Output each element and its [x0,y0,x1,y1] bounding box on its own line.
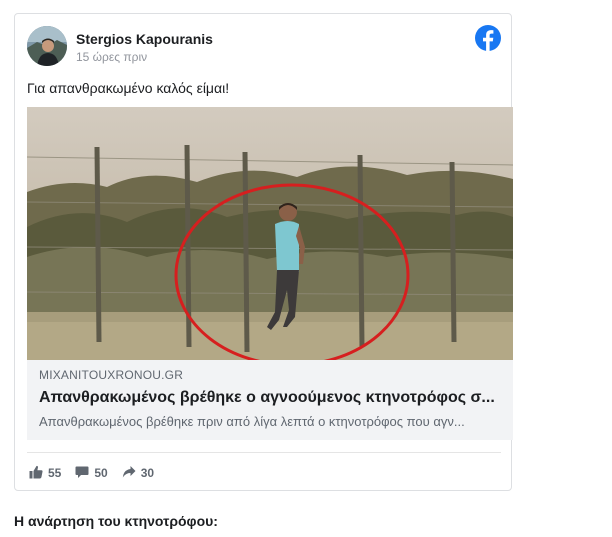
article-caption: Η ανάρτηση του κτηνοτρόφου: [14,513,218,529]
shares-count-label: 30 [140,466,155,480]
link-description: Απανθρακωμένος βρέθηκε πριν από λίγα λεπ… [39,414,465,429]
link-domain: MIXANITOUXRONOU.GR [39,368,184,382]
likes-count[interactable]: 55 [29,465,61,482]
share-icon [122,465,141,482]
facebook-post-embed: Stergios Kapouranis 15 ώρες πριν Για απα… [14,13,513,491]
thumbs-up-icon [29,465,48,482]
link-preview-box[interactable]: MIXANITOUXRONOU.GR Απανθρακωμένος βρέθηκ… [27,360,513,440]
author-avatar[interactable] [27,26,67,66]
post-text: Για απανθρακωμένο καλός είμαι! [27,80,230,96]
comments-count[interactable]: 50 [75,465,108,482]
shares-count[interactable]: 30 [122,465,154,482]
likes-count-label: 55 [48,466,62,480]
post-author-name[interactable]: Stergios Kapouranis [76,31,213,47]
comment-icon [75,465,94,482]
comments-count-label: 50 [94,466,108,480]
link-preview-image[interactable] [27,107,513,360]
facebook-icon[interactable] [475,25,501,51]
post-timestamp[interactable]: 15 ώρες πριν [76,50,147,64]
divider [27,452,501,453]
link-title[interactable]: Απανθρακωμένος βρέθηκε ο αγνοούμενος κτη… [39,389,499,407]
engagement-stats: 55 50 30 [29,464,168,482]
